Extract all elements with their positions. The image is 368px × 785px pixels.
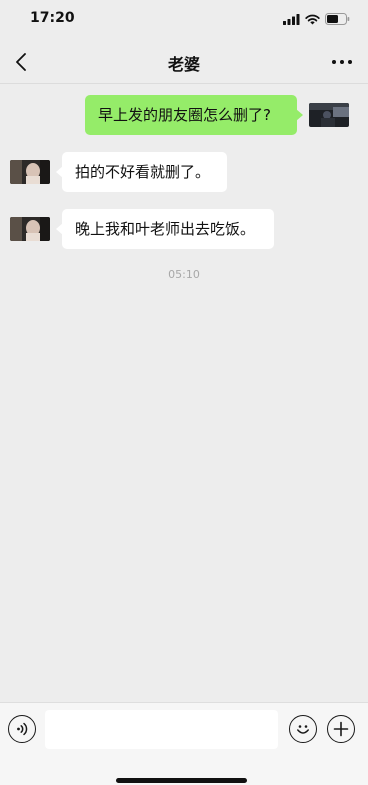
- signal-icon: [283, 13, 300, 25]
- avatar-contact-image: [10, 160, 50, 184]
- emoji-icon: [297, 725, 309, 734]
- nav-bar: 老婆: [0, 40, 368, 84]
- status-icons: [283, 13, 350, 25]
- wifi-icon: [305, 14, 320, 24]
- chat-title: 老婆: [167, 55, 200, 74]
- more-horizontal-icon: [332, 60, 352, 64]
- avatar-self[interactable]: [309, 103, 349, 127]
- plus-icon: [333, 721, 349, 737]
- avatar-contact[interactable]: [10, 160, 50, 184]
- emoji-button[interactable]: [289, 715, 317, 743]
- avatar-self-image: [309, 103, 349, 127]
- message-bubble-received[interactable]: 晚上我和叶老师出去吃饭。: [56, 209, 274, 249]
- message-bubble-sent[interactable]: 早上发的朋友圈怎么删了?: [85, 95, 303, 135]
- input-bar: [0, 702, 368, 785]
- avatar-contact-image: [10, 217, 50, 241]
- status-time: 17:20: [30, 10, 75, 26]
- more-functions-button[interactable]: [327, 715, 355, 743]
- battery-icon: [325, 13, 350, 25]
- message-timestamp: 05:10: [168, 268, 200, 281]
- voice-icon: [17, 722, 28, 736]
- status-bar: 17:20: [0, 0, 368, 40]
- avatar-contact[interactable]: [10, 217, 50, 241]
- message-bubble-received[interactable]: 拍的不好看就删了。: [56, 152, 227, 192]
- voice-button[interactable]: [8, 715, 36, 743]
- message-input[interactable]: [45, 710, 278, 749]
- more-button[interactable]: [330, 51, 354, 73]
- home-indicator: [116, 778, 247, 783]
